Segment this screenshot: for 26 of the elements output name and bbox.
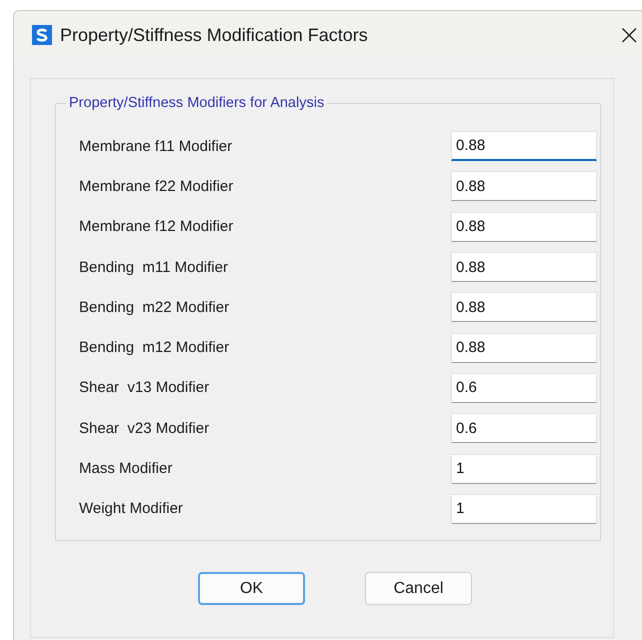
- app-logo-icon: [32, 25, 52, 45]
- input-field[interactable]: 0.88: [451, 171, 597, 202]
- group-title: Property/Stiffness Modifiers for Analysis: [66, 95, 328, 111]
- window-title: Property/Stiffness Modification Factors: [60, 24, 368, 46]
- dialog-button[interactable]: OK: [198, 572, 305, 605]
- field-label: Membrane f22 Modifier: [79, 178, 234, 195]
- input-field[interactable]: 0.88: [451, 131, 597, 162]
- input-field[interactable]: 1: [451, 494, 597, 524]
- field-label: Weight Modifier: [79, 500, 184, 518]
- input-field[interactable]: 0.88: [451, 212, 597, 242]
- input-field[interactable]: 0.88: [451, 292, 597, 322]
- input-field[interactable]: 0.88: [451, 332, 597, 363]
- input-field[interactable]: 1: [451, 454, 597, 484]
- input-field[interactable]: 0.6: [451, 413, 597, 444]
- field-label: Bending m12 Modifier: [79, 339, 230, 356]
- field-label: Mass Modifier: [79, 460, 174, 478]
- field-label: Shear v23 Modifier: [79, 420, 210, 437]
- field-label: Bending m11 Modifier: [79, 258, 229, 276]
- close-button[interactable]: ×: [616, 21, 642, 49]
- input-field[interactable]: 0.88: [451, 252, 597, 282]
- field-label: Membrane f11 Modifier: [79, 138, 234, 155]
- field-label: Membrane f12 Modifier: [79, 218, 234, 236]
- input-field[interactable]: 0.6: [451, 372, 597, 403]
- field-label: Shear v13 Modifier: [79, 379, 210, 396]
- field-label: Bending m22 Modifier: [79, 298, 230, 316]
- dialog-button[interactable]: Cancel: [365, 572, 472, 605]
